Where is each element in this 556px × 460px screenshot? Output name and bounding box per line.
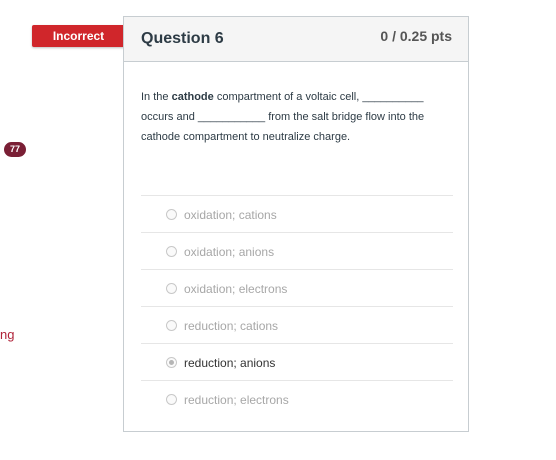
answer-option[interactable]: oxidation; anions	[141, 232, 453, 269]
radio-icon[interactable]	[166, 320, 177, 331]
answer-option[interactable]: reduction; cations	[141, 306, 453, 343]
answer-list: oxidation; cations oxidation; anions oxi…	[141, 195, 453, 417]
radio-checked-icon[interactable]	[166, 357, 177, 368]
answer-label: reduction; electrons	[184, 393, 289, 407]
question-text-bold: cathode	[171, 91, 214, 103]
radio-icon[interactable]	[166, 209, 177, 220]
question-points: 0 / 0.25 pts	[380, 28, 452, 44]
question-card: Question 6 0 / 0.25 pts In the cathode c…	[123, 16, 469, 432]
incorrect-ribbon: Incorrect	[32, 25, 125, 47]
question-text: In the cathode compartment of a voltaic …	[141, 87, 441, 147]
notification-badge[interactable]: 77	[4, 142, 26, 157]
answer-label: reduction; anions	[184, 356, 276, 370]
radio-icon[interactable]	[166, 246, 177, 257]
answer-label: oxidation; electrons	[184, 282, 288, 296]
answer-label: reduction; cations	[184, 319, 279, 333]
question-header: Question 6 0 / 0.25 pts	[124, 17, 468, 62]
answer-option[interactable]: oxidation; electrons	[141, 269, 453, 306]
radio-icon[interactable]	[166, 394, 177, 405]
radio-icon[interactable]	[166, 283, 177, 294]
question-text-start: In the	[141, 91, 172, 103]
answer-label: oxidation; cations	[184, 208, 277, 222]
answer-option-selected[interactable]: reduction; anions	[141, 343, 453, 380]
question-title: Question 6	[141, 30, 224, 47]
answer-option[interactable]: oxidation; cations	[141, 195, 453, 232]
sidebar-partial-text[interactable]: ng	[0, 327, 14, 342]
answer-option[interactable]: reduction; electrons	[141, 380, 453, 417]
answer-label: oxidation; anions	[184, 245, 275, 259]
